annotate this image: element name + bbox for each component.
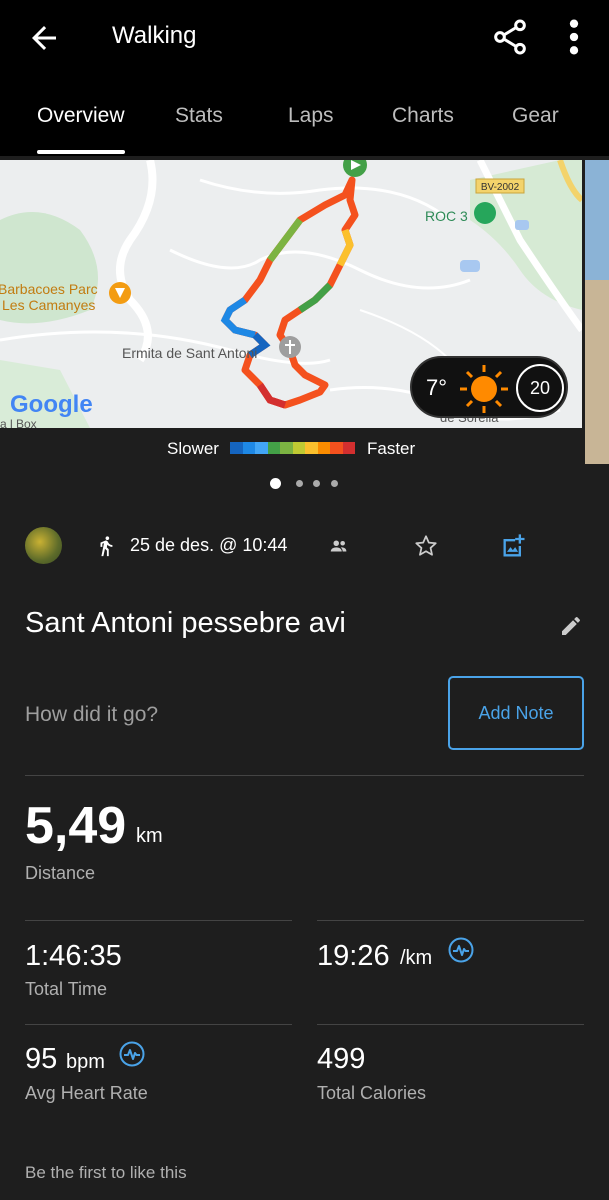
more-vert-icon[interactable] [558, 17, 590, 57]
distance-unit: km [136, 825, 163, 847]
carousel-dot-2[interactable] [296, 480, 303, 487]
map-label-place4: ROC 3 [425, 208, 468, 224]
tab-overview[interactable]: Overview [37, 104, 125, 128]
legend-swatch [267, 442, 280, 454]
wind-indicator: 20 [516, 364, 564, 412]
next-photo-peek[interactable] [585, 160, 609, 464]
calories-label: Total Calories [317, 1083, 427, 1103]
carousel-dots [268, 478, 348, 490]
sun-icon [460, 365, 508, 413]
note-prompt[interactable]: How did it go? [25, 703, 158, 727]
legend-swatch [242, 442, 255, 454]
tab-stats[interactable]: Stats [175, 104, 223, 128]
avatar[interactable] [25, 527, 62, 564]
legend-gradient [230, 442, 355, 454]
divider [25, 775, 584, 776]
walking-icon [100, 536, 113, 557]
distance-label: Distance [25, 863, 96, 883]
avg-hr-label: Avg Heart Rate [25, 1083, 148, 1103]
tab-bar: Overview Stats Laps Charts Gear [0, 76, 609, 156]
share-icon[interactable] [490, 17, 530, 57]
legend-swatch [342, 442, 355, 454]
avg-hr-unit: bpm [66, 1051, 105, 1073]
legend-swatch [317, 442, 330, 454]
likes-text[interactable]: Be the first to like this [25, 1163, 187, 1183]
people-icon[interactable] [328, 535, 350, 557]
legend-swatch [230, 442, 243, 454]
activity-meta: 25 de des. @ 10:44 [0, 526, 609, 566]
tab-gear[interactable]: Gear [512, 104, 559, 128]
divider [25, 920, 292, 921]
legend-slower: Slower [167, 439, 219, 458]
temperature: 7° [426, 375, 448, 400]
legend-swatch [280, 442, 293, 454]
calories-value: 499 [317, 1043, 366, 1075]
legend-swatch [255, 442, 268, 454]
edit-icon[interactable] [559, 614, 583, 638]
weather-badge: 7° 20 [410, 356, 568, 418]
total-time-value: 1:46:35 [25, 940, 122, 972]
arrow-left-icon[interactable] [26, 20, 62, 56]
road-label: BV-2002 [481, 182, 520, 193]
divider [25, 1024, 292, 1025]
map-label-place2: Les Camanyes [2, 297, 95, 313]
add-note-button[interactable]: Add Note [448, 676, 584, 750]
legend-swatch [330, 442, 343, 454]
carousel-dot-3[interactable] [313, 480, 320, 487]
google-logo: Google [10, 391, 93, 418]
activity-date: 25 de des. @ 10:44 [130, 535, 288, 555]
legend-swatch [292, 442, 305, 454]
divider [317, 1024, 584, 1025]
app-bar: Walking [0, 0, 609, 76]
avg-hr-value: 95 [25, 1043, 58, 1075]
star-icon[interactable] [413, 533, 439, 559]
tab-laps[interactable]: Laps [288, 104, 334, 128]
legend-faster: Faster [367, 439, 416, 458]
map-label-place1: Barbacoes Parc [0, 281, 98, 297]
distance-value: 5,49 [25, 797, 127, 855]
tab-charts[interactable]: Charts [392, 104, 454, 128]
wind-speed: 20 [529, 378, 551, 398]
avg-pace-value: 19:26 [317, 940, 390, 972]
legend-swatch [305, 442, 318, 454]
divider [317, 920, 584, 921]
heart-rate-pulse-icon[interactable] [119, 1041, 145, 1067]
heart-rate-pulse-icon[interactable] [448, 937, 474, 963]
activity-title: Sant Antoni pessebre avi [25, 607, 346, 639]
speed-legend: Slower Faster [0, 438, 609, 460]
carousel-dot-4[interactable] [331, 480, 338, 487]
total-time-label: Total Time [25, 979, 108, 999]
map-label-bottom-left: a l Box [0, 417, 37, 428]
add-photo-icon[interactable] [500, 532, 528, 560]
page-title: Walking [112, 22, 197, 49]
map-label-place3: Ermita de Sant Antoni [122, 345, 257, 361]
avg-pace-unit: /km [400, 947, 433, 969]
tab-indicator [37, 150, 125, 154]
carousel-dot-1[interactable] [270, 478, 281, 489]
